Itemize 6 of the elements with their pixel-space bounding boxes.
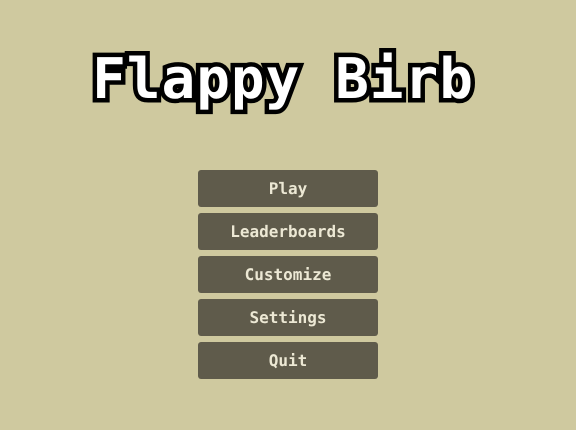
menu-button[interactable]: Play [198, 170, 378, 207]
menu-button[interactable]: Settings [198, 299, 378, 336]
menu-button[interactable]: Leaderboards [198, 213, 378, 250]
game-title: Flappy Birb [92, 48, 474, 112]
menu-button[interactable]: Quit [198, 342, 378, 379]
menu-button[interactable]: Customize [198, 256, 378, 293]
